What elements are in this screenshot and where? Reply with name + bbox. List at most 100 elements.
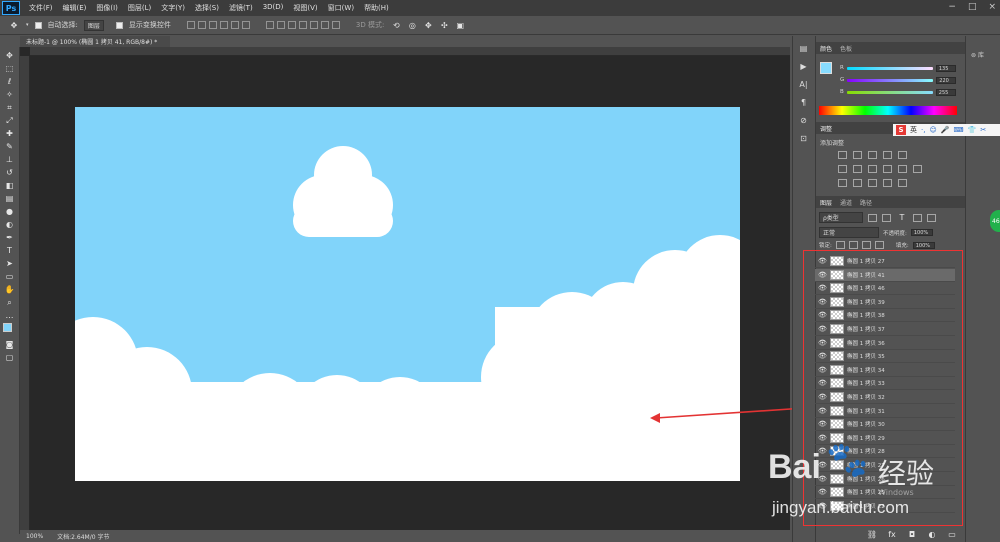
pen-tool-icon[interactable]: ✒: [4, 232, 16, 243]
menu-item[interactable]: 视图(V): [288, 3, 322, 13]
zoom-tool-icon[interactable]: ⌕: [4, 297, 16, 308]
invert-icon[interactable]: [838, 179, 847, 187]
blend-mode-dropdown[interactable]: 正常: [819, 227, 879, 238]
paragraph-icon[interactable]: ¶: [798, 96, 810, 108]
photo-filter-icon[interactable]: [883, 165, 892, 173]
3d-pan-icon[interactable]: ✥: [422, 20, 434, 31]
gradient-tool-icon[interactable]: ▤: [4, 193, 16, 204]
fill-value[interactable]: 100%: [912, 241, 935, 249]
microphone-icon[interactable]: 🎤: [941, 126, 950, 134]
zoom-level[interactable]: 100%: [26, 533, 43, 540]
menu-item[interactable]: 文字(Y): [156, 3, 190, 13]
filter-shape-icon[interactable]: [913, 213, 922, 222]
eyedropper-icon[interactable]: ⤢: [4, 115, 16, 126]
tab-channels[interactable]: 通道: [840, 198, 852, 207]
tool-presets-icon[interactable]: ⊡: [798, 132, 810, 144]
tab-paths[interactable]: 路径: [860, 198, 872, 207]
levels-icon[interactable]: [853, 151, 862, 159]
layer-filter-dropdown[interactable]: ρ类型: [819, 212, 863, 223]
align-vcenter-icon[interactable]: [197, 21, 206, 29]
tab-layers[interactable]: 图层: [820, 198, 832, 207]
blue-value[interactable]: 255: [935, 88, 956, 96]
menu-item[interactable]: 编辑(E): [58, 3, 92, 13]
3d-roll-icon[interactable]: ◎: [406, 20, 418, 31]
menu-item[interactable]: 图层(L): [123, 3, 156, 13]
history-brush-icon[interactable]: ↺: [4, 167, 16, 178]
move-tool-icon[interactable]: ✥: [8, 20, 20, 31]
quick-mask-icon[interactable]: ◙: [4, 339, 16, 350]
distribute-left-icon[interactable]: [298, 21, 307, 29]
document-tab[interactable]: 未标题-1 @ 100% (椭圆 1 拷贝 41, RGB/8#) *: [20, 36, 170, 47]
distribute-vcenter-icon[interactable]: [276, 21, 285, 29]
hue-saturation-icon[interactable]: [838, 165, 847, 173]
gradient-map-icon[interactable]: [898, 179, 907, 187]
menu-item[interactable]: 窗口(W): [323, 3, 359, 13]
menu-item[interactable]: 帮助(H): [359, 3, 394, 13]
vertical-ruler[interactable]: [20, 56, 30, 530]
more-tools-icon[interactable]: …: [4, 310, 16, 321]
floating-assistant-icon[interactable]: 46: [990, 210, 1000, 232]
curves-icon[interactable]: [868, 151, 877, 159]
stamp-tool-icon[interactable]: ⊥: [4, 154, 16, 165]
auto-select-dropdown[interactable]: 图层: [83, 19, 104, 31]
dodge-tool-icon[interactable]: ◐: [4, 219, 16, 230]
history-icon[interactable]: ▤: [798, 42, 810, 54]
filter-type-icon[interactable]: T: [896, 212, 908, 223]
lock-all-icon[interactable]: [874, 241, 884, 249]
green-slider[interactable]: [847, 78, 934, 82]
close-button[interactable]: ×: [988, 2, 996, 12]
brush-tool-icon[interactable]: ✎: [4, 141, 16, 152]
marquee-tool-icon[interactable]: ⬚: [4, 63, 16, 74]
align-top-icon[interactable]: [186, 21, 195, 29]
lock-position-icon[interactable]: [861, 241, 871, 249]
tools-icon[interactable]: ✂: [980, 126, 986, 134]
color-swatches[interactable]: [2, 323, 17, 337]
posterize-icon[interactable]: [853, 179, 862, 187]
actions-icon[interactable]: ▶: [798, 60, 810, 72]
path-select-icon[interactable]: ➤: [4, 258, 16, 269]
black-white-icon[interactable]: [868, 165, 877, 173]
menu-item[interactable]: 选择(S): [190, 3, 224, 13]
eraser-tool-icon[interactable]: ◧: [4, 180, 16, 191]
lock-pixels-icon[interactable]: [848, 241, 858, 249]
align-left-icon[interactable]: [219, 21, 228, 29]
red-slider[interactable]: [846, 66, 933, 70]
lock-transparent-icon[interactable]: [835, 241, 845, 249]
ime-language[interactable]: 英: [910, 125, 917, 135]
filter-adjust-icon[interactable]: [882, 213, 891, 222]
color-spectrum[interactable]: [819, 106, 957, 115]
3d-rotate-icon[interactable]: ⟲: [390, 20, 402, 31]
opacity-value[interactable]: 100%: [910, 229, 933, 236]
threshold-icon[interactable]: [868, 179, 877, 187]
keyboard-icon[interactable]: ⌨: [953, 126, 963, 134]
tab-adjustments[interactable]: 调整: [820, 124, 832, 133]
punctuation-icon[interactable]: ·,: [921, 126, 925, 134]
blur-tool-icon[interactable]: ●: [4, 206, 16, 217]
channel-mixer-icon[interactable]: [898, 165, 907, 173]
crop-tool-icon[interactable]: ⌗: [4, 102, 16, 113]
dropdown-icon[interactable]: ▾: [26, 22, 29, 28]
healing-brush-icon[interactable]: ✚: [4, 128, 16, 139]
distribute-hcenter-icon[interactable]: [309, 21, 318, 29]
exposure-icon[interactable]: [883, 151, 892, 159]
brightness-icon[interactable]: [838, 151, 847, 159]
horizontal-ruler[interactable]: [30, 47, 790, 56]
skin-icon[interactable]: 👕: [968, 126, 977, 134]
magic-wand-icon[interactable]: ✧: [4, 89, 16, 100]
color-balance-icon[interactable]: [853, 165, 862, 173]
menu-item[interactable]: 图像(I): [91, 3, 123, 13]
foreground-color-swatch[interactable]: [2, 323, 12, 332]
tab-swatches[interactable]: 色板: [840, 44, 852, 53]
selective-color-icon[interactable]: [883, 179, 892, 187]
blue-slider[interactable]: [846, 90, 933, 94]
brush-presets-icon[interactable]: ⊘: [798, 114, 810, 126]
filter-smart-icon[interactable]: [927, 213, 936, 222]
menu-item[interactable]: 文件(F): [24, 3, 58, 13]
type-tool-icon[interactable]: T: [4, 245, 16, 256]
distribute-bottom-icon[interactable]: [287, 21, 296, 29]
hand-tool-icon[interactable]: ✋: [4, 284, 16, 295]
move-tool-icon[interactable]: ✥: [4, 50, 16, 61]
align-hcenter-icon[interactable]: [230, 21, 239, 29]
show-transform-checkbox[interactable]: [115, 21, 123, 29]
auto-select-checkbox[interactable]: [34, 21, 42, 29]
